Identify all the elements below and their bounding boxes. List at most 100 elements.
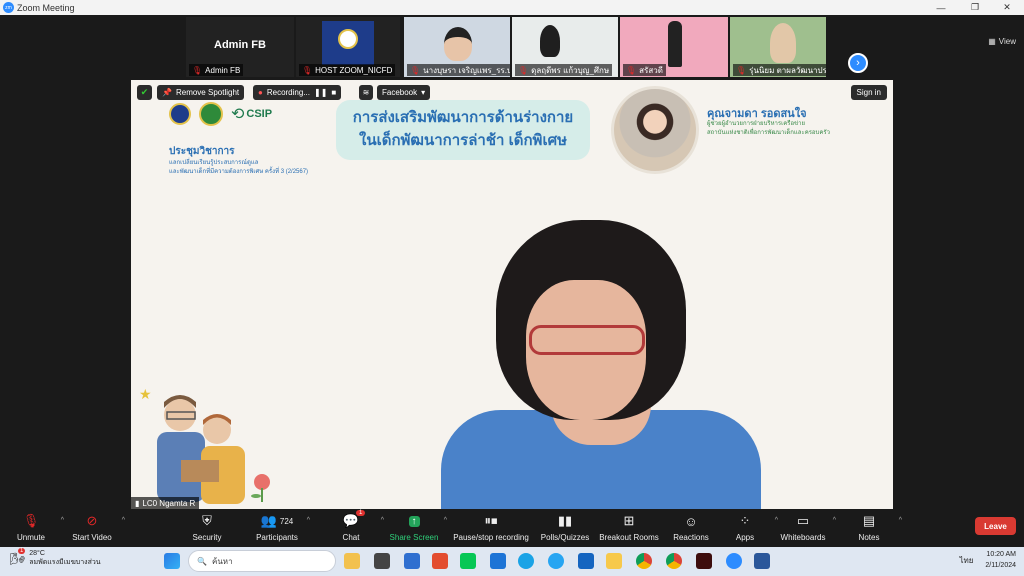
university-logo: [169, 103, 191, 125]
next-page-button[interactable]: ›: [848, 53, 868, 73]
caret-up-icon[interactable]: ^: [899, 517, 902, 524]
video-off-icon: ⊘: [86, 513, 98, 528]
participant-tile[interactable]: 🎙 นางบุษรา เจริญแพร_รร.ป: [404, 17, 510, 77]
widgets-icon[interactable]: [344, 553, 360, 569]
mail-icon[interactable]: [490, 553, 506, 569]
mic-muted-icon: 🎙: [302, 65, 313, 75]
participant-tile[interactable]: 🎙 HOST ZOOM_NICFD: [296, 17, 400, 77]
system-tray[interactable]: ไทย 10:20 AM 2/11/2024: [959, 549, 1016, 571]
participant-tile[interactable]: 🎙 ดุลฤดีพร แก้วบุญ_ศึกษ: [512, 17, 618, 77]
facebook-live-dropdown[interactable]: Facebook ▾: [377, 85, 431, 100]
polls-icon: ▮▮: [557, 513, 573, 528]
chrome-icon[interactable]: [636, 553, 652, 569]
pin-icon: 📌: [162, 88, 172, 97]
pause-icon[interactable]: ❚❚: [314, 88, 327, 97]
participant-tile[interactable]: 🎙รุ่นนิยม ตาผลวัฒนาประยุ: [730, 17, 826, 77]
notes-button[interactable]: ▤ Notes ^: [834, 512, 904, 542]
breakout-icon: ⊞: [623, 513, 635, 528]
taskbar-search[interactable]: 🔍 ค้นหา: [188, 550, 336, 572]
slide-title: การส่งเสริมพัฒนาการด้านร่างกาย ในเด็กพัฒ…: [336, 100, 590, 160]
participants-icon: 👥 724: [260, 513, 294, 528]
task-view-icon[interactable]: [374, 553, 390, 569]
participant-name-label: 🎙 สรัสวดี: [623, 64, 666, 76]
participant-display-name: Admin FB: [214, 39, 266, 51]
start-video-button[interactable]: ⊘ Start Video ^: [57, 512, 127, 542]
clock-time: 10:20 AM: [986, 551, 1016, 558]
caret-up-icon[interactable]: ^: [444, 517, 447, 524]
mic-muted-icon: 🎙: [736, 65, 747, 75]
stop-icon[interactable]: ■: [331, 88, 336, 97]
security-shield-icon: ✔: [137, 85, 152, 100]
chat-button[interactable]: 💬 1 Chat ^: [316, 510, 386, 542]
chat-icon: 💬: [342, 513, 360, 528]
recording-icon: ⏸⏹: [484, 513, 498, 528]
app-icon[interactable]: [404, 553, 420, 569]
speaker-photo: [611, 86, 699, 174]
sign-in-button[interactable]: Sign in: [850, 85, 887, 100]
close-button[interactable]: ✕: [992, 0, 1022, 15]
participant-name-label: 🎙 HOST ZOOM_NICFD: [299, 64, 396, 76]
view-button[interactable]: ▦ View: [988, 37, 1016, 46]
meeting-controls: 🎙 Unmute ^ ⊘ Start Video ^ ⛨ Security 👥 724 Pa…: [0, 509, 1024, 547]
participant-video: [668, 21, 682, 67]
pause-stop-recording-button[interactable]: ⏸⏹ Pause/stop recording: [448, 512, 534, 542]
minimize-button[interactable]: —: [926, 0, 956, 15]
participant-name-label: 🎙รุ่นนิยม ตาผลวัฒนาประยุ: [733, 64, 826, 76]
active-speaker-label: ▮ LC0 Ngamta R: [131, 497, 200, 509]
weather-icon: 🌬 1: [10, 548, 26, 566]
rss-icon[interactable]: ≋: [359, 85, 373, 100]
mic-muted-icon: 🎙: [192, 65, 203, 75]
institution-logo: [322, 21, 374, 65]
polls-quizzes-button[interactable]: ▮▮ Polls/Quizzes: [530, 512, 600, 542]
zoom-logo-icon: zm: [3, 2, 14, 13]
spotlight-video: ✔ 📌 Remove Spotlight ● Recording... ❚❚ ■ ≋ F…: [131, 80, 893, 509]
participant-strip: Admin FB 🎙 Admin FB 🎙 HOST ZOOM_NICFD 🎙 นาง…: [0, 15, 1024, 79]
participant-name-label: 🎙 ดุลฤดีพร แก้วบุญ_ศึกษ: [515, 64, 613, 76]
edge-icon[interactable]: [518, 553, 534, 569]
start-icon[interactable]: [164, 553, 180, 569]
speaker-video: [441, 220, 761, 509]
participant-video: [444, 27, 472, 61]
whiteboards-button[interactable]: ▭ Whiteboards ^: [768, 512, 838, 542]
app-icon[interactable]: [578, 553, 594, 569]
notes-icon: ▤: [862, 513, 876, 528]
file-explorer-icon[interactable]: [606, 553, 622, 569]
weather-widget[interactable]: 🌬 1 28°C ลมพัดแรงมีเมฆบางส่วน: [10, 548, 101, 568]
participant-name-label: 🎙 นางบุษรา เจริญแพร_รร.ป: [407, 64, 510, 76]
word-icon[interactable]: [754, 553, 770, 569]
participant-tile[interactable]: 🎙 สรัสวดี: [620, 17, 728, 77]
restore-button[interactable]: ❐: [960, 0, 990, 15]
security-button[interactable]: ⛨ Security: [172, 512, 242, 542]
mic-muted-icon: 🎙: [410, 65, 421, 75]
app-icon[interactable]: [432, 553, 448, 569]
window-titlebar: zm Zoom Meeting — ❐ ✕: [0, 0, 1024, 15]
remove-spotlight-button[interactable]: 📌 Remove Spotlight: [157, 85, 245, 100]
mic-muted-icon: 🎙: [626, 65, 637, 75]
institute-logo: [199, 102, 223, 126]
app-icon[interactable]: [548, 553, 564, 569]
chat-badge: 1: [356, 510, 366, 516]
share-screen-icon: ↑: [379, 512, 449, 530]
grid-icon: ▦: [988, 37, 996, 46]
caret-up-icon[interactable]: ^: [307, 517, 310, 524]
breakout-rooms-button[interactable]: ⊞ Breakout Rooms: [594, 512, 664, 542]
leave-button[interactable]: Leave: [975, 517, 1016, 535]
signal-icon: ▮: [135, 498, 140, 508]
share-screen-button[interactable]: ↑ Share Screen ^: [379, 512, 449, 542]
line-icon[interactable]: [460, 553, 476, 569]
event-info: ประชุมวิชาการ แลกเปลี่ยนเรียนรู้ประสบการ…: [169, 146, 309, 175]
children-reading-illustration: [157, 395, 245, 504]
chrome-icon[interactable]: [666, 553, 682, 569]
illustrator-icon[interactable]: [696, 553, 712, 569]
participant-tile[interactable]: Admin FB 🎙 Admin FB: [186, 17, 294, 77]
caret-up-icon[interactable]: ^: [122, 517, 125, 524]
participant-name-label: 🎙 Admin FB: [189, 64, 244, 76]
participant-video: [540, 25, 560, 57]
clock-date: 2/11/2024: [985, 562, 1016, 569]
speaker-role: ผู้ช่วยผู้อำนวยการฝ่ายบริหารเครือข่าย สถ…: [707, 121, 830, 136]
search-icon: 🔍: [197, 556, 207, 566]
participants-button[interactable]: 👥 724 Participants ^: [242, 512, 312, 542]
zoom-icon[interactable]: [726, 553, 742, 569]
input-language[interactable]: ไทย: [959, 555, 973, 566]
recording-indicator[interactable]: ● Recording... ❚❚ ■: [253, 85, 342, 100]
